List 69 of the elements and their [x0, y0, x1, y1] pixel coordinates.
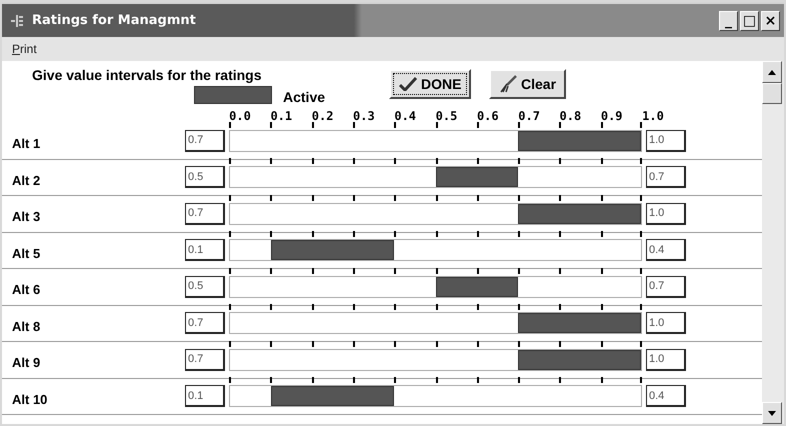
- checkmark-icon: [399, 77, 417, 91]
- close-button[interactable]: ×: [761, 10, 780, 30]
- low-value-field[interactable]: 0.7: [185, 312, 225, 334]
- maximize-button[interactable]: □: [740, 10, 759, 30]
- interval-bar[interactable]: [271, 240, 394, 260]
- high-value-field[interactable]: 1.0: [646, 312, 686, 334]
- interval-track[interactable]: [229, 166, 642, 188]
- scroll-up-button[interactable]: [762, 61, 782, 83]
- scale-label: 0.5: [436, 109, 458, 123]
- low-value-field[interactable]: 0.5: [185, 166, 225, 188]
- high-value-field[interactable]: 0.7: [646, 166, 686, 188]
- low-value-field[interactable]: 0.7: [185, 202, 225, 225]
- scale-label: 0.4: [394, 109, 416, 123]
- row-label: Alt 5: [11, 244, 42, 261]
- high-value-field[interactable]: 1.0: [646, 130, 686, 152]
- interval-track[interactable]: [229, 130, 642, 152]
- interval-track[interactable]: [229, 312, 642, 334]
- interval-track[interactable]: [229, 202, 642, 225]
- low-value-field[interactable]: 0.7: [185, 348, 225, 371]
- minimize-button[interactable]: _: [719, 10, 738, 30]
- row-label: Alt 1: [11, 135, 42, 152]
- high-value-field[interactable]: 0.4: [646, 239, 686, 262]
- interval-bar[interactable]: [518, 350, 641, 370]
- scale-label: 0.9: [600, 109, 623, 123]
- low-value-field[interactable]: 0.1: [185, 239, 225, 262]
- interval-track[interactable]: [229, 348, 642, 371]
- scale-label: 0.3: [353, 109, 375, 123]
- scrollbar[interactable]: [762, 61, 784, 424]
- interval-bar[interactable]: [436, 167, 518, 188]
- scroll-thumb[interactable]: [762, 83, 782, 104]
- instruction-text: Give value intervals for the ratings: [32, 67, 262, 83]
- low-value-field[interactable]: 0.1: [185, 385, 225, 408]
- scale-label: 0.6: [476, 109, 499, 123]
- done-button[interactable]: DONE: [389, 69, 472, 99]
- low-value-field[interactable]: 0.5: [185, 276, 225, 298]
- interval-bar[interactable]: [518, 130, 641, 151]
- legend-label: Active: [283, 89, 326, 105]
- high-value-field[interactable]: 0.4: [646, 385, 686, 408]
- broom-icon: [499, 75, 517, 93]
- scale-label: 0.0: [229, 109, 251, 123]
- interval-bar[interactable]: [518, 313, 641, 334]
- high-value-field[interactable]: 1.0: [646, 348, 686, 371]
- row-label: Alt 9: [11, 354, 42, 370]
- interval-bar[interactable]: [436, 276, 518, 297]
- row-label: Alt 6: [11, 281, 42, 298]
- interval-bar[interactable]: [518, 204, 641, 224]
- scale-label: 0.7: [518, 109, 540, 123]
- interval-bar[interactable]: [271, 386, 394, 406]
- row-label: Alt 10: [11, 390, 48, 407]
- scroll-down-button[interactable]: [762, 402, 782, 424]
- scale-label: 0.1: [270, 109, 292, 123]
- row-label: Alt 8: [11, 318, 42, 334]
- scale-label: 0.2: [312, 109, 334, 123]
- scale-label: 1.0: [642, 109, 664, 123]
- app-icon: [10, 14, 24, 28]
- high-value-field[interactable]: 1.0: [646, 202, 686, 225]
- row-label: Alt 3: [11, 208, 42, 224]
- clear-button[interactable]: Clear: [489, 69, 566, 99]
- interval-track[interactable]: [229, 239, 642, 262]
- high-value-field[interactable]: 0.7: [646, 276, 686, 298]
- low-value-field[interactable]: 0.7: [185, 130, 225, 152]
- interval-track[interactable]: [229, 385, 642, 408]
- interval-track[interactable]: [229, 276, 642, 298]
- menu-item[interactable]: Print: [12, 42, 37, 56]
- scale-label: 0.8: [560, 109, 582, 123]
- row-label: Alt 2: [11, 172, 42, 188]
- up-arrow-icon: [768, 70, 776, 74]
- down-arrow-icon: [768, 410, 776, 416]
- window-title: Ratings for Managmnt: [32, 13, 197, 28]
